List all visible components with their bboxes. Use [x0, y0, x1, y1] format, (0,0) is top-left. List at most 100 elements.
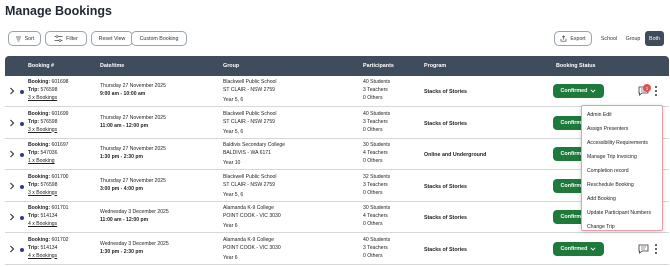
datetime-cell: Thursday 27 November 2025 3:00 pm - 4:00… [100, 177, 166, 193]
sort-label: Sort [24, 35, 35, 42]
menu-item[interactable]: Assign Presenters [582, 122, 662, 136]
bookings-link[interactable]: 4 x Bookings [28, 252, 69, 260]
menu-item[interactable]: Update Participant Numbers [582, 206, 662, 220]
others-count: 0 Others [363, 95, 383, 101]
bookings-link[interactable]: 3 x Bookings [28, 126, 69, 134]
trip-number: 514134 [40, 244, 58, 251]
menu-item[interactable]: Change Trip [582, 220, 662, 234]
table-row[interactable]: Booking: 601702 Trip: 514134 4 x Booking… [5, 233, 669, 265]
booking-number: 601699 [51, 110, 69, 117]
bookings-link[interactable]: 3 x Bookings [28, 189, 69, 197]
booking-label: Booking: [28, 205, 51, 211]
booking-status-dropdown[interactable]: Confirmed [553, 84, 604, 98]
participants-cell: 40 Students 3 Teachers 0 Others [363, 236, 390, 260]
custom-booking-button[interactable]: Custom Booking [131, 31, 187, 46]
reset-view-button[interactable]: Reset View [91, 31, 133, 46]
program-name: Stacks of Stories [424, 246, 467, 253]
chevron-right-icon[interactable] [9, 119, 15, 127]
notification-badge: 1 [643, 84, 651, 92]
table-row[interactable]: Booking: 601701 Trip: 514134 4 x Booking… [5, 202, 669, 233]
booking-label: Booking: [28, 142, 51, 148]
chevron-down-icon [590, 246, 597, 251]
others-count: 0 Others [363, 189, 383, 196]
menu-item[interactable]: Reschedule Booking [582, 178, 662, 192]
menu-item[interactable]: Manage Trip Invoicing [582, 150, 662, 164]
booking-status-dropdown[interactable]: Confirmed [553, 241, 604, 256]
school-name: Blackwell Public School [223, 173, 277, 180]
datetime-cell: Wednesday 3 December 2025 11:00 am - 12:… [100, 208, 169, 224]
filter-button[interactable]: Filter [45, 31, 87, 46]
comments-icon[interactable] [638, 244, 649, 254]
group-cell: Blackwell Public School ST CLAIR - NSW 2… [223, 110, 277, 136]
booking-cell: Booking: 601699 Trip: 576598 3 x Booking… [28, 110, 69, 134]
booking-cell: Booking: 601697 Trip: 547036 1 x Booking [28, 141, 69, 165]
chevron-right-icon[interactable] [9, 150, 15, 158]
year-levels: Year 5, 6 [223, 191, 244, 198]
table-header: Booking # Date/time Group Participants P… [5, 56, 669, 76]
sort-button[interactable]: Sort [8, 31, 41, 46]
status-label: Confirmed [560, 245, 588, 252]
booking-label: Booking: [28, 173, 51, 180]
trip-label: Trip: [28, 213, 40, 219]
menu-item[interactable]: Add Booking [582, 192, 662, 206]
chevron-right-icon[interactable] [9, 182, 15, 190]
booking-number: 601700 [51, 173, 69, 180]
booking-label: Booking: [28, 79, 51, 85]
datetime-cell: Thursday 27 November 2025 11:00 am - 12:… [100, 114, 166, 130]
year-levels: Year 10 [223, 160, 241, 166]
menu-item[interactable]: Admin Edit [582, 108, 662, 122]
others-count: 0 Others [363, 221, 383, 227]
bookings-link[interactable]: 1 x Booking [28, 157, 69, 165]
others-count: 0 Others [363, 252, 383, 259]
reset-view-label: Reset View [98, 35, 126, 42]
school-name: Blackwell Public School [223, 79, 277, 85]
school-name: Alamanda K-9 College [223, 236, 274, 243]
filter-label: Filter [66, 35, 78, 42]
table-row[interactable]: Booking: 601697 Trip: 547036 1 x Booking… [5, 139, 669, 170]
students-count: 30 Students [363, 142, 391, 148]
menu-item[interactable]: Accessibility Requirements [582, 136, 662, 150]
booking-date: Thursday 27 November 2025 [100, 83, 166, 89]
more-options-icon[interactable] [655, 243, 658, 256]
trip-number: 576598 [40, 87, 58, 93]
menu-item[interactable]: Completion record [582, 164, 662, 178]
table-row[interactable]: Booking: 601699 Trip: 576598 3 x Booking… [5, 107, 669, 139]
view-group-option[interactable]: Group [622, 31, 644, 46]
group-cell: Alamanda K-9 College POINT COOK - VIC 30… [223, 204, 281, 230]
booking-date: Thursday 27 November 2025 [100, 177, 166, 184]
trip-label: Trip: [28, 118, 40, 125]
more-options-icon[interactable] [655, 86, 658, 98]
chevron-right-icon[interactable] [9, 87, 15, 95]
booking-date: Wednesday 3 December 2025 [100, 209, 169, 215]
trip-number: 514134 [40, 213, 58, 219]
header-booking: Booking # [28, 63, 55, 69]
group-cell: Blackwell Public School ST CLAIR - NSW 2… [223, 173, 277, 199]
chevron-right-icon[interactable] [9, 245, 15, 253]
toolbar: Sort Filter Reset View Custom Booking Ex… [8, 31, 664, 47]
booking-cell: Booking: 601700 Trip: 576598 3 x Booking… [28, 173, 69, 197]
school-location: BALDIVIS - WA 6171 [223, 150, 271, 156]
status-dot [20, 90, 24, 94]
group-cell: Alamanda K-9 College POINT COOK - VIC 30… [223, 236, 281, 262]
booking-date: Thursday 27 November 2025 [100, 146, 166, 152]
program-name: Stacks of Stories [424, 89, 467, 95]
teachers-count: 3 Teachers [363, 87, 388, 93]
header-datetime: Date/time [100, 63, 125, 69]
table-row[interactable]: Booking: 601700 Trip: 576598 3 x Booking… [5, 170, 669, 202]
bookings-link[interactable]: 3 x Bookings [28, 94, 69, 102]
bookings-link[interactable]: 4 x Bookings [28, 220, 69, 228]
booking-number: 601698 [51, 79, 69, 85]
school-location: ST CLAIR - NSW 2759 [223, 181, 275, 188]
chevron-down-icon [590, 89, 597, 93]
participants-cell: 32 Students 3 Teachers 0 Others [363, 173, 390, 197]
view-both-option[interactable]: Both [645, 31, 664, 46]
booking-date: Thursday 27 November 2025 [100, 114, 166, 121]
trip-number: 576598 [40, 118, 58, 125]
trip-number: 576598 [40, 181, 58, 188]
export-button[interactable]: Export [554, 31, 592, 46]
booking-time: 11:00 am - 12:00 pm [100, 122, 149, 129]
group-cell: Blackwell Public School ST CLAIR - NSW 2… [223, 78, 277, 104]
chevron-right-icon[interactable] [9, 213, 15, 221]
view-school-option[interactable]: School [597, 31, 621, 46]
table-row[interactable]: Booking: 601698 Trip: 576598 3 x Booking… [5, 76, 669, 107]
